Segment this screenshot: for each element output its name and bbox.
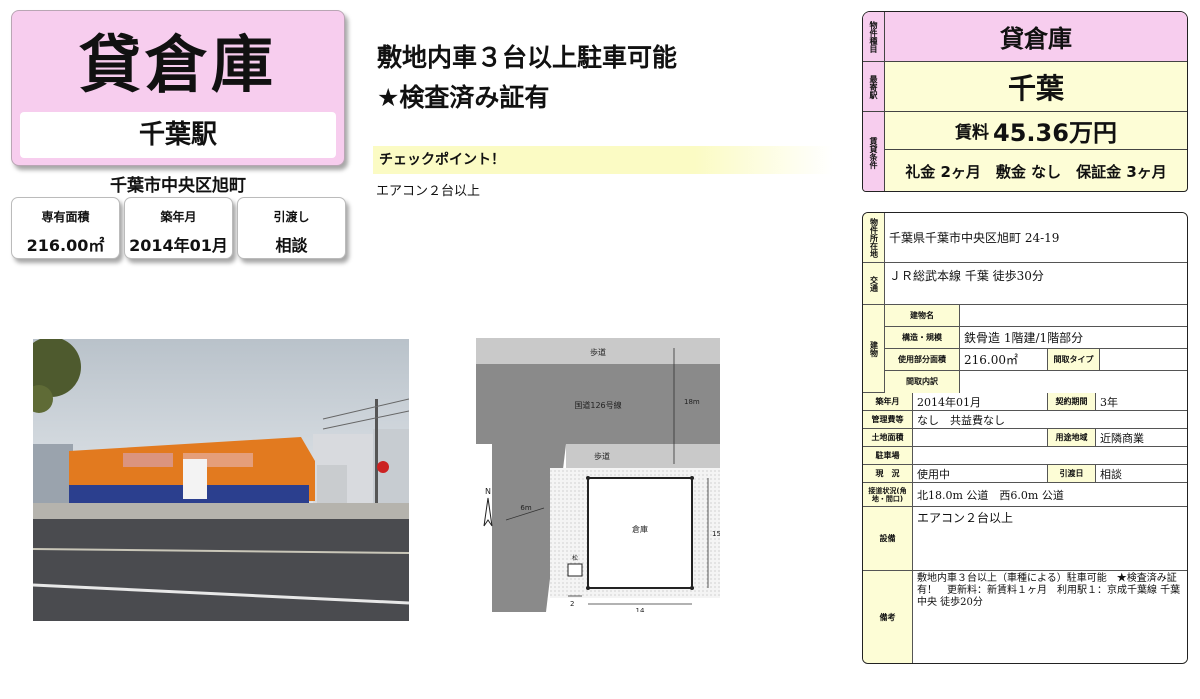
plan-dim-bottom: 14	[636, 607, 645, 612]
checkpoint-text: エアコン２台以上	[376, 184, 481, 199]
row-notes: 備考 敷地内車３台以上（車種による）駐車可能 ★検査済み証有！ 更新料：新賃料１…	[863, 571, 1187, 663]
summary-fees: 礼金 2ヶ月 敷金 なし 保証金 3ヶ月	[905, 162, 1167, 181]
checkpoint-title: チェックポイント！	[373, 146, 833, 174]
plan-sidewalk-mid: 歩道	[594, 451, 610, 461]
handover-box-label: 引渡し	[273, 210, 310, 224]
summary-type-row: 物件種目 貸倉庫	[863, 12, 1187, 62]
summary-rent-label: 賃料	[955, 123, 990, 143]
plan-road-width: 18m	[684, 398, 700, 406]
key-transport: 交通	[863, 263, 885, 304]
value-mgmt: なし 共益費なし	[913, 411, 1187, 428]
key-parking: 駐車場	[863, 447, 913, 464]
area-box: 専有面積 216.00㎡	[11, 197, 120, 259]
row-equipment: 設備 エアコン２台以上	[863, 507, 1187, 571]
address-short: 千葉市中央区旭町	[110, 176, 246, 196]
handover-box: 引渡し 相談	[237, 197, 346, 259]
value-layout-detail	[960, 371, 1187, 393]
value-area: 216.00㎡	[960, 349, 1048, 370]
row-building-name: 建物名	[885, 305, 1187, 327]
key-building: 建物	[863, 305, 885, 392]
key-layout: 間取タイプ	[1048, 349, 1100, 370]
value-location: 千葉県千葉市中央区旭町 24-19	[885, 213, 1187, 262]
plan-dim-small: 2	[570, 600, 574, 608]
key-notes: 備考	[863, 571, 913, 663]
value-built: 2014年01月	[913, 393, 1048, 410]
value-equipment: エアコン２台以上	[913, 507, 1187, 570]
row-status: 現 況 使用中 引渡日 相談	[863, 465, 1187, 483]
row-layout-detail: 間取内訳	[885, 371, 1187, 393]
summary-station-key: 最寄駅	[863, 62, 885, 111]
property-photo	[33, 339, 409, 621]
built-box-value: 2014年01月	[129, 236, 228, 255]
plan-side-road-width: 6m	[520, 504, 531, 512]
row-transport: 交通 ＪＲ総武本線 千葉 徒歩30分	[863, 263, 1187, 305]
value-status: 使用中	[913, 465, 1048, 482]
key-mgmt: 管理費等	[863, 411, 913, 428]
station-label: 千葉駅	[20, 112, 336, 158]
value-notes: 敷地内車３台以上（車種による）駐車可能 ★検査済み証有！ 更新料：新賃料１ヶ月 …	[913, 571, 1187, 663]
key-building-name: 建物名	[885, 305, 960, 326]
key-equipment: 設備	[863, 507, 913, 570]
key-structure: 構造・規模	[885, 327, 960, 348]
value-handover: 相談	[1096, 465, 1187, 482]
key-contract: 契約期間	[1048, 393, 1096, 410]
value-parking	[913, 447, 1187, 464]
plan-marker: 松	[572, 554, 578, 562]
plan-warehouse-label: 倉庫	[632, 524, 648, 534]
summary-rent-line: 賃料 45.36万円	[885, 112, 1187, 150]
detail-table: 物件所在地 千葉県千葉市中央区旭町 24-19 交通 ＪＲ総武本線 千葉 徒歩3…	[862, 212, 1188, 664]
property-type-card: 貸倉庫 千葉駅	[11, 10, 345, 166]
plan-sidewalk-top: 歩道	[590, 347, 606, 357]
key-built: 築年月	[863, 393, 913, 410]
plan-road-name: 国道126号線	[574, 400, 621, 410]
row-building: 建物 建物名 構造・規模 鉄骨造 1階建/1階部分 使用部分面積 216.00㎡…	[863, 305, 1187, 393]
summary-rent-key: 賃貸条件	[863, 112, 885, 191]
summary-station-row: 最寄駅 千葉	[863, 62, 1187, 112]
row-built: 築年月 2014年01月 契約期間 3年	[863, 393, 1187, 411]
row-area: 使用部分面積 216.00㎡ 間取タイプ	[885, 349, 1187, 371]
value-layout	[1100, 349, 1187, 370]
summary-panel: 物件種目 貸倉庫 最寄駅 千葉 賃貸条件 賃料 45.36万円 礼金 2ヶ月 敷…	[862, 11, 1188, 192]
summary-type-value: 貸倉庫	[1000, 25, 1072, 53]
area-box-value: 216.00㎡	[26, 236, 105, 255]
plan-north: N	[485, 487, 491, 496]
headline-line-1: 敷地内車３台以上駐車可能	[377, 43, 678, 72]
row-road: 接道状況(角地・間口) 北18.0m 公道 西6.0m 公道	[863, 483, 1187, 507]
row-parking: 駐車場	[863, 447, 1187, 465]
summary-station-value: 千葉	[1007, 71, 1064, 105]
row-mgmt: 管理費等 なし 共益費なし	[863, 411, 1187, 429]
row-location: 物件所在地 千葉県千葉市中央区旭町 24-19	[863, 213, 1187, 263]
key-land: 土地面積	[863, 429, 913, 446]
value-transport: ＪＲ総武本線 千葉 徒歩30分	[885, 263, 1187, 304]
value-road: 北18.0m 公道 西6.0m 公道	[913, 483, 1187, 506]
headline: 敷地内車３台以上駐車可能 ★検査済み証有	[377, 38, 677, 118]
key-area: 使用部分面積	[885, 349, 960, 370]
built-box-label: 築年月	[160, 210, 197, 224]
row-structure: 構造・規模 鉄骨造 1階建/1階部分	[885, 327, 1187, 349]
summary-rent-value: 45.36万円	[993, 119, 1117, 147]
handover-box-value: 相談	[275, 236, 308, 255]
value-contract: 3年	[1096, 393, 1187, 410]
headline-line-2: ★検査済み証有	[377, 83, 550, 112]
area-box-label: 専有面積	[41, 210, 90, 224]
value-land	[913, 429, 1048, 446]
key-location: 物件所在地	[863, 213, 885, 262]
key-layout-detail: 間取内訳	[885, 371, 960, 393]
key-status: 現 況	[863, 465, 913, 482]
key-handover: 引渡日	[1048, 465, 1096, 482]
summary-rent-row: 賃貸条件 賃料 45.36万円 礼金 2ヶ月 敷金 なし 保証金 3ヶ月	[863, 112, 1187, 191]
row-land: 土地面積 用途地域 近隣商業	[863, 429, 1187, 447]
property-type-title: 貸倉庫	[78, 28, 277, 101]
summary-type-key: 物件種目	[863, 12, 885, 61]
value-structure: 鉄骨造 1階建/1階部分	[960, 327, 1187, 348]
built-box: 築年月 2014年01月	[124, 197, 233, 259]
plan-dim-side: 15	[712, 530, 720, 538]
key-zoning: 用途地域	[1048, 429, 1096, 446]
value-zoning: 近隣商業	[1096, 429, 1187, 446]
key-road: 接道状況(角地・間口)	[863, 483, 913, 506]
site-plan: 歩道 国道126号線 18m 歩道 6m 倉庫 15 14 2 N 松	[462, 338, 721, 615]
value-building-name	[960, 305, 1187, 326]
